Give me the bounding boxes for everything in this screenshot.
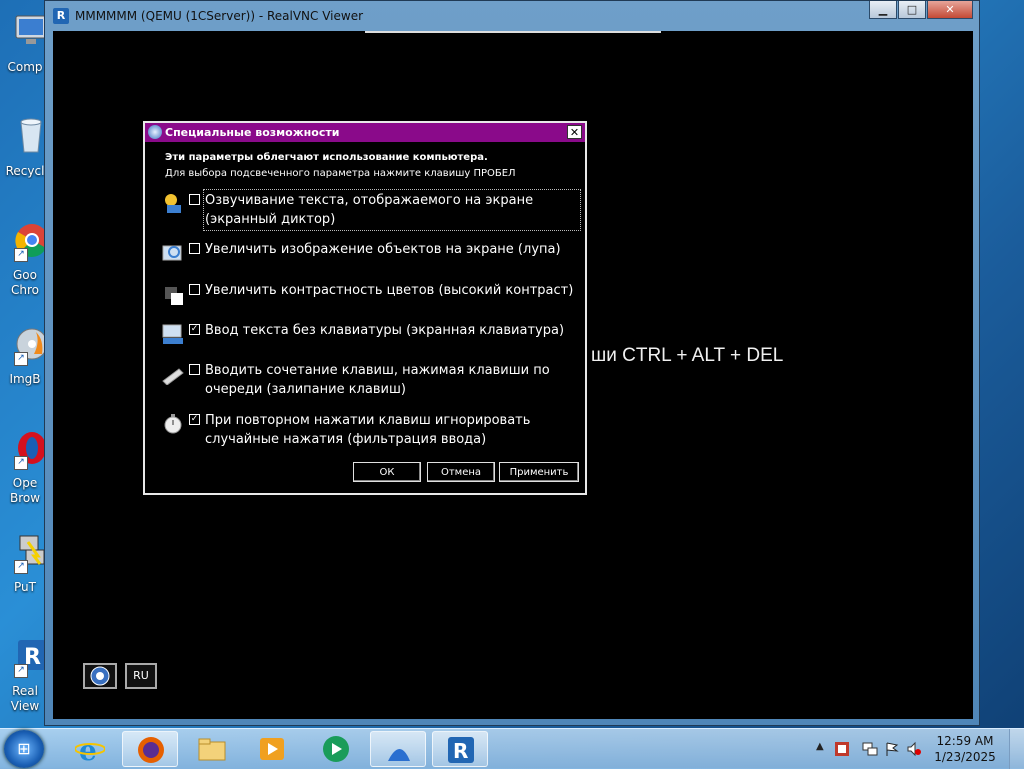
desktop-icon-recycle-bin[interactable]: Recycl: [0, 108, 50, 198]
volume-muted-icon[interactable]: [906, 741, 922, 757]
desktop-icon-imgburn[interactable]: ↗ ImgB: [0, 316, 50, 406]
clock-date: 1/23/2025: [934, 750, 996, 764]
desktop-icon-realvnc[interactable]: R ↗ Real View: [0, 628, 50, 718]
taskbar-shark-app[interactable]: [370, 731, 426, 767]
accessibility-icon: [90, 666, 110, 686]
taskbar-media-app[interactable]: [308, 731, 364, 767]
remote-accessibility-button[interactable]: [83, 663, 117, 689]
checkbox[interactable]: ✓: [189, 414, 200, 425]
login-hint-text: ши CTRL + ALT + DEL: [591, 345, 784, 366]
checkbox[interactable]: [189, 364, 200, 375]
high-contrast-icon: [161, 281, 185, 305]
clock-time: 12:59 AM: [936, 734, 994, 748]
narrator-icon: [161, 191, 185, 215]
vnc-toolbar-handle[interactable]: [365, 31, 661, 33]
accessibility-dialog[interactable]: Специальные возможности ✕ Эти параметры …: [143, 121, 587, 495]
remote-screen[interactable]: ши CTRL + ALT + DEL Специальные возможно…: [53, 31, 973, 719]
sticky-keys-icon: [161, 361, 185, 386]
desktop-icon-computer[interactable]: Comp: [0, 4, 50, 94]
ok-button[interactable]: ОК: [353, 462, 421, 482]
dialog-title-bar[interactable]: Специальные возможности ✕: [145, 123, 585, 142]
taskbar-file-explorer[interactable]: [184, 731, 240, 767]
desktop-icon-label: Comp: [7, 60, 43, 74]
on-screen-keyboard-icon: [161, 321, 185, 345]
desktop-icon-label: PuT: [14, 580, 36, 594]
computer-icon: [14, 12, 48, 50]
shortcut-arrow-icon: ↗: [14, 456, 28, 470]
vnc-viewer-window[interactable]: R MMMMMM (QEMU (1CServer)) - RealVNC Vie…: [44, 0, 980, 726]
window-title-bar[interactable]: R MMMMMM (QEMU (1CServer)) - RealVNC Vie…: [53, 6, 363, 26]
apply-button[interactable]: Применить: [499, 462, 579, 482]
realvnc-icon: R: [448, 737, 474, 763]
dialog-hint: Для выбора подсвеченного параметра нажми…: [165, 168, 516, 179]
action-center-flag-icon[interactable]: [884, 741, 900, 757]
minimize-button[interactable]: ▁: [869, 1, 897, 19]
close-button[interactable]: ✕: [927, 1, 973, 19]
option-label: Озвучивание текста, отображаемого на экр…: [203, 189, 581, 231]
internet-explorer-icon: e: [75, 734, 105, 764]
desktop-icon-putty[interactable]: ↗ PuT: [0, 524, 50, 614]
option-label: Вводить сочетание клавиш, нажимая клавиш…: [205, 363, 550, 397]
taskbar-firefox[interactable]: [122, 731, 178, 767]
filter-keys-icon: [161, 411, 185, 435]
desktop-icon-chrome[interactable]: ↗ Goo Chro: [0, 212, 50, 302]
magnifier-icon: [161, 240, 185, 264]
recycle-bin-icon: [14, 116, 48, 154]
svg-text:e: e: [79, 734, 97, 764]
remote-language-button[interactable]: RU: [125, 663, 157, 689]
checkbox[interactable]: [189, 243, 200, 254]
taskbar: ⊞ e R ▲ 12:59 AM 1/23/2025: [0, 728, 1024, 769]
checkbox[interactable]: [189, 284, 200, 295]
network-icon[interactable]: [862, 741, 878, 757]
realvnc-logo-icon: R: [53, 8, 69, 24]
option-label: Увеличить контрастность цветов (высокий …: [205, 283, 574, 298]
checkbox[interactable]: ✓: [189, 324, 200, 335]
maximize-button[interactable]: □: [898, 1, 926, 19]
folder-icon: [198, 738, 226, 761]
taskbar-media-player[interactable]: [244, 731, 300, 767]
show-hidden-icons-icon[interactable]: ▲: [816, 741, 824, 752]
accessibility-icon: [148, 125, 162, 139]
desktop-icon-opera[interactable]: ↗ Ope Brow: [0, 420, 50, 510]
firefox-icon: [138, 737, 164, 763]
shark-fin-icon: [388, 749, 410, 761]
show-desktop-button[interactable]: [1009, 729, 1024, 769]
window-title: MMMMMM (QEMU (1CServer)) - RealVNC Viewe…: [75, 9, 364, 23]
desktop-icon-label: Recycl: [5, 164, 45, 178]
dialog-close-button[interactable]: ✕: [567, 125, 582, 139]
option-label: Ввод текста без клавиатуры (экранная кла…: [205, 323, 565, 338]
media-player-icon: [260, 738, 284, 760]
desktop-icon-label: Ope Brow: [9, 476, 41, 505]
shortcut-arrow-icon: ↗: [14, 248, 28, 262]
checkbox[interactable]: [189, 194, 200, 205]
dialog-intro: Эти параметры облегчают использование ко…: [165, 152, 488, 163]
tray-app-icon[interactable]: [834, 741, 850, 757]
start-button[interactable]: ⊞: [4, 730, 44, 768]
dialog-title: Специальные возможности: [165, 126, 340, 139]
media-app-icon: [323, 736, 349, 762]
option-label: При повторном нажатии клавиш игнорироват…: [205, 413, 531, 447]
desktop-icon-label: Goo Chro: [11, 268, 39, 297]
shortcut-arrow-icon: ↗: [14, 664, 28, 678]
taskbar-internet-explorer[interactable]: e: [62, 731, 118, 767]
option-label: Увеличить изображение объектов на экране…: [205, 242, 561, 257]
desktop-icon-label: ImgB: [9, 372, 41, 386]
cancel-button[interactable]: Отмена: [427, 462, 495, 482]
clock[interactable]: 12:59 AM 1/23/2025: [930, 733, 1000, 765]
taskbar-realvnc[interactable]: R: [432, 731, 488, 767]
shortcut-arrow-icon: ↗: [14, 560, 28, 574]
svg-text:R: R: [453, 739, 468, 763]
shortcut-arrow-icon: ↗: [14, 352, 28, 366]
desktop-icon-label: Real View: [10, 684, 40, 713]
